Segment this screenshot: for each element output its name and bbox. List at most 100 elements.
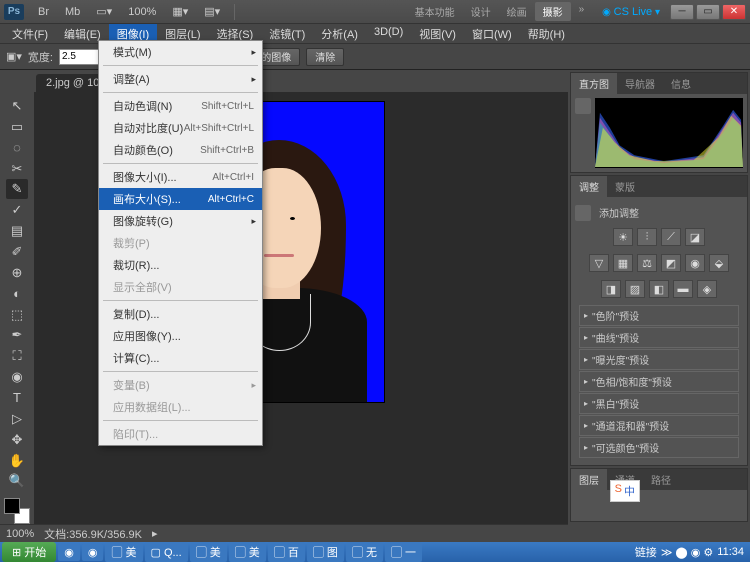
- dodge-tool[interactable]: ◉: [6, 367, 28, 387]
- ime-badge[interactable]: S 中: [610, 480, 640, 502]
- path-tool[interactable]: ▷: [6, 409, 28, 429]
- menu-item[interactable]: 复制(D)...: [99, 303, 262, 325]
- tool-br[interactable]: Br: [34, 4, 53, 20]
- colorbalance-icon[interactable]: ⚖: [637, 254, 657, 272]
- tool-mb[interactable]: Mb: [61, 4, 84, 20]
- preset-item[interactable]: "曲线"预设: [579, 327, 739, 348]
- taskbar-item[interactable]: ▢ 美: [229, 542, 266, 562]
- taskbar-item[interactable]: ▢ 图: [307, 542, 344, 562]
- menu-item[interactable]: 自动对比度(U)Alt+Shift+Ctrl+L: [99, 117, 262, 139]
- gradient-map-icon[interactable]: ▬: [673, 280, 693, 298]
- preset-item[interactable]: "色阶"预设: [579, 305, 739, 326]
- tab-layers[interactable]: 图层: [571, 469, 607, 490]
- hue-icon[interactable]: ▦: [613, 254, 633, 272]
- menu-help[interactable]: 帮助(H): [520, 24, 573, 43]
- cslive-link[interactable]: ◉ CS Live ▾: [602, 6, 660, 18]
- menu-item[interactable]: 图像旋转(G): [99, 210, 262, 232]
- channel-mixer-icon[interactable]: ⬙: [709, 254, 729, 272]
- status-arrow-icon[interactable]: ▸: [152, 527, 158, 540]
- shape-tool[interactable]: ✥: [6, 430, 28, 450]
- brightness-icon[interactable]: ☀: [613, 228, 633, 246]
- workspace-essentials[interactable]: 基本功能: [407, 2, 463, 21]
- type-tool[interactable]: T: [6, 388, 28, 408]
- menu-item[interactable]: 图像大小(I)...Alt+Ctrl+I: [99, 166, 262, 188]
- extras-icon[interactable]: ▤▾: [200, 3, 224, 20]
- hand-tool[interactable]: ✋: [6, 451, 28, 471]
- eraser-tool[interactable]: ⬚: [6, 305, 28, 325]
- brush-tool[interactable]: ✐: [6, 242, 28, 262]
- menu-item[interactable]: 模式(M): [99, 41, 262, 63]
- taskbar-item[interactable]: ▢ Q...: [145, 542, 188, 562]
- taskbar-item[interactable]: ▢ 一: [385, 542, 422, 562]
- quick-select-tool[interactable]: ✂: [6, 159, 28, 179]
- tab-masks[interactable]: 蒙版: [607, 176, 643, 197]
- menu-3d[interactable]: 3D(D): [366, 24, 411, 43]
- workspace-more-icon[interactable]: »: [571, 2, 593, 21]
- workspace-design[interactable]: 设计: [463, 2, 499, 21]
- taskbar-item[interactable]: ▢ 美: [105, 542, 142, 562]
- preset-item[interactable]: "曝光度"预设: [579, 349, 739, 370]
- preset-item[interactable]: "色相/饱和度"预设: [579, 371, 739, 392]
- bw-icon[interactable]: ◩: [661, 254, 681, 272]
- photo-filter-icon[interactable]: ◉: [685, 254, 705, 272]
- histogram-icon[interactable]: [575, 98, 591, 114]
- tab-info[interactable]: 信息: [663, 73, 699, 94]
- menu-item[interactable]: 裁切(R)...: [99, 254, 262, 276]
- move-tool[interactable]: ↖: [6, 96, 28, 116]
- blur-tool[interactable]: ⛶: [6, 346, 28, 366]
- arrange-icon[interactable]: ▦▾: [168, 3, 192, 20]
- zoom-level[interactable]: 100%: [124, 4, 160, 20]
- gradient-tool[interactable]: ✒: [6, 325, 28, 345]
- menu-item[interactable]: 调整(A): [99, 68, 262, 90]
- levels-icon[interactable]: ⫶: [637, 228, 657, 246]
- status-zoom[interactable]: 100%: [6, 528, 34, 540]
- taskbar-item[interactable]: ▢ 无: [346, 542, 383, 562]
- exposure-icon[interactable]: ◪: [685, 228, 705, 246]
- workspace-switcher[interactable]: 基本功能 设计 绘画 摄影 »: [407, 2, 593, 21]
- taskbar-item[interactable]: ◉: [58, 544, 80, 561]
- curves-icon[interactable]: ⟋: [661, 228, 681, 246]
- crop-tool-icon[interactable]: ▣▾: [6, 50, 22, 63]
- minimize-button[interactable]: ─: [670, 4, 694, 20]
- menu-item[interactable]: 自动色调(N)Shift+Ctrl+L: [99, 95, 262, 117]
- menu-item[interactable]: 画布大小(S)...Alt+Ctrl+C: [99, 188, 262, 210]
- taskbar-item[interactable]: ▢ 美: [190, 542, 227, 562]
- crop-tool[interactable]: ✎: [6, 179, 28, 199]
- taskbar-item[interactable]: ◉: [82, 544, 104, 561]
- preset-item[interactable]: "黑白"预设: [579, 393, 739, 414]
- posterize-icon[interactable]: ▨: [625, 280, 645, 298]
- preset-item[interactable]: "可选颜色"预设: [579, 437, 739, 458]
- tab-navigator[interactable]: 导航器: [617, 73, 663, 94]
- invert-icon[interactable]: ◨: [601, 280, 621, 298]
- stamp-tool[interactable]: ⊕: [6, 263, 28, 283]
- menu-item[interactable]: 自动颜色(O)Shift+Ctrl+B: [99, 139, 262, 161]
- color-swatches[interactable]: [4, 498, 30, 524]
- start-button[interactable]: ⊞ 开始: [2, 542, 56, 562]
- eyedropper-tool[interactable]: ✓: [6, 200, 28, 220]
- menu-file[interactable]: 文件(F): [4, 24, 56, 43]
- close-button[interactable]: ✕: [722, 4, 746, 20]
- zoom-tool[interactable]: 🔍: [6, 471, 28, 491]
- preset-item[interactable]: "通道混和器"预设: [579, 415, 739, 436]
- tab-paths[interactable]: 路径: [643, 469, 679, 490]
- tab-histogram[interactable]: 直方图: [571, 73, 617, 94]
- menu-item[interactable]: 计算(C)...: [99, 347, 262, 369]
- maximize-button[interactable]: ▭: [696, 4, 720, 20]
- menu-item[interactable]: 应用图像(Y)...: [99, 325, 262, 347]
- tab-adjustments[interactable]: 调整: [571, 176, 607, 197]
- screen-mode-icon[interactable]: ▭▾: [92, 3, 116, 20]
- menu-filter[interactable]: 滤镜(T): [261, 24, 313, 43]
- marquee-tool[interactable]: ▭: [6, 117, 28, 137]
- taskbar-item[interactable]: ▢ 百: [268, 542, 305, 562]
- workspace-painting[interactable]: 绘画: [499, 2, 535, 21]
- threshold-icon[interactable]: ◧: [649, 280, 669, 298]
- width-input[interactable]: [59, 49, 99, 65]
- selective-color-icon[interactable]: ◈: [697, 280, 717, 298]
- menu-window[interactable]: 窗口(W): [464, 24, 520, 43]
- menu-view[interactable]: 视图(V): [411, 24, 464, 43]
- healing-tool[interactable]: ▤: [6, 221, 28, 241]
- clear-button[interactable]: 清除: [306, 48, 344, 66]
- menu-analysis[interactable]: 分析(A): [313, 24, 366, 43]
- tray-icons[interactable]: ≫ ⬤ ◉ ⚙: [661, 546, 713, 559]
- system-tray[interactable]: 链接 ≫ ⬤ ◉ ⚙ 11:34: [631, 544, 748, 560]
